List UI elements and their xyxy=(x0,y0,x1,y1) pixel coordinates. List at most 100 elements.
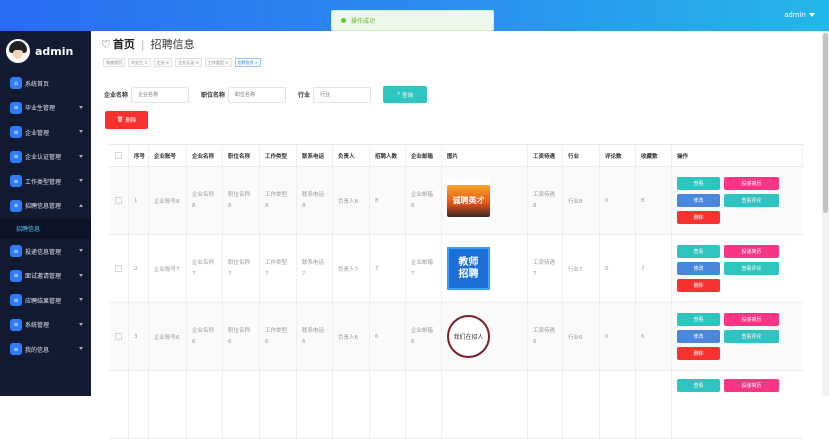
view-button[interactable]: 查看 xyxy=(677,379,720,392)
sidebar-item-interviews[interactable]: ≡ 面试邀请管理 xyxy=(0,264,91,289)
sidebar-item-my-info[interactable]: ≡ 我的信息 xyxy=(0,337,91,362)
cell-contact xyxy=(333,371,370,438)
apply-button[interactable]: 投递简历 xyxy=(724,379,779,392)
cell-comments xyxy=(600,371,636,438)
cell-text: 7 xyxy=(265,270,269,277)
tag-companies[interactable]: 企业 × xyxy=(153,58,173,67)
select-all-checkbox[interactable] xyxy=(109,144,129,167)
tag-recruitment[interactable]: 招聘信息 × xyxy=(234,58,262,67)
cell-salary: 工资待遇 6 xyxy=(528,303,563,370)
delete-button[interactable]: 删除 xyxy=(677,279,720,292)
delete-button[interactable]: 删除 xyxy=(677,347,720,360)
sidebar-item-graduates[interactable]: ≡ 毕业生管理 xyxy=(0,96,91,121)
cell-headcount: 7 xyxy=(370,235,406,302)
image-caption: 我们在招人 xyxy=(453,334,484,341)
sidebar-item-results[interactable]: ≡ 应聘结果管理 xyxy=(0,288,91,313)
apply-button[interactable]: 投递简历 xyxy=(724,245,779,258)
col-header: 序号 xyxy=(129,144,149,167)
cell-contact: 负责人8 xyxy=(333,167,370,234)
toast-text: 操作成功 xyxy=(351,18,376,25)
cell-email: 企业邮箱 7 xyxy=(406,235,442,302)
row-checkbox[interactable] xyxy=(109,167,129,234)
cell-headcount xyxy=(370,371,406,438)
cell-text: 工资待遇 xyxy=(533,191,556,198)
table-row: 1 企业账号8 企业名称 8 职位名称 8 工作类型 8 联系电话 8 负责人8 8 企… xyxy=(109,167,803,235)
submenu-recruitment-info[interactable]: 招聘信息 xyxy=(0,218,91,239)
cell-account xyxy=(149,371,187,438)
cell-text: 7 xyxy=(302,270,306,277)
scrollbar-thumb[interactable] xyxy=(823,33,828,213)
tag-job-types[interactable]: 工作类型 × xyxy=(204,58,232,67)
sidebar-item-applications[interactable]: ≡ 投递信息管理 xyxy=(0,239,91,264)
cell-text: 企业邮箱 xyxy=(411,191,434,198)
page-title-home: 首页 xyxy=(112,38,135,51)
col-header: 招聘人数 xyxy=(370,144,406,167)
checkbox[interactable] xyxy=(115,333,122,340)
cell-text: 职位名称 xyxy=(228,259,251,266)
view-button[interactable]: 查看 xyxy=(677,177,720,190)
tag-certification[interactable]: 企业认证 × xyxy=(175,58,202,67)
col-header: 行业 xyxy=(563,144,600,167)
job-image[interactable]: 我们在招人 xyxy=(447,315,490,358)
col-header: 操作 xyxy=(672,144,803,167)
cell-type: 工作类型 8 xyxy=(260,167,297,234)
row-checkbox[interactable] xyxy=(109,371,129,438)
apply-button[interactable]: 投递简历 xyxy=(724,177,779,190)
tag-graduates[interactable]: 毕业生 × xyxy=(128,58,151,67)
chevron-down-icon xyxy=(79,249,83,252)
job-input[interactable] xyxy=(228,86,287,103)
checkbox[interactable] xyxy=(115,265,122,272)
job-image[interactable]: 教师 招聘 xyxy=(447,247,490,290)
edit-button[interactable]: 修改 xyxy=(677,262,720,275)
checkbox[interactable] xyxy=(115,152,122,159)
chevron-down-icon xyxy=(79,130,83,133)
job-image[interactable]: 诚聘英才 xyxy=(447,179,490,222)
success-icon xyxy=(341,18,346,23)
cell-salary: 工资待遇 8 xyxy=(528,167,563,234)
checkbox[interactable] xyxy=(115,197,122,204)
sidebar-item-certification[interactable]: ≡ 企业认证管理 xyxy=(0,145,91,170)
batch-delete-button[interactable]: 🗑 删除 xyxy=(105,111,148,129)
row-checkbox[interactable] xyxy=(109,303,129,370)
cell-email xyxy=(406,371,442,438)
cell-text: 联系电话 xyxy=(302,259,325,266)
view-comments-button[interactable]: 查看评论 xyxy=(724,194,779,207)
sidebar-item-system[interactable]: ≡ 系统管理 xyxy=(0,313,91,338)
page-scrollbar[interactable] xyxy=(822,31,829,396)
apply-button[interactable]: 投递简历 xyxy=(724,313,779,326)
delete-label: 删除 xyxy=(125,118,137,124)
view-button[interactable]: 查看 xyxy=(677,313,720,326)
query-button[interactable]: ⌕ 查询 xyxy=(383,86,428,103)
edit-button[interactable]: 修改 xyxy=(677,330,720,343)
cell-text: 6 xyxy=(411,338,415,345)
user-name: admin xyxy=(784,11,806,19)
edit-button[interactable]: 修改 xyxy=(677,194,720,207)
industry-input[interactable] xyxy=(313,86,372,103)
row-checkbox[interactable] xyxy=(109,235,129,302)
table-row: 3 企业账号6 企业名称 6 职位名称 6 工作类型 6 联系电话 6 负责人6 6 企… xyxy=(109,303,803,371)
cell-email: 企业邮箱 6 xyxy=(406,303,442,370)
cell-image: 诚聘英才 xyxy=(442,167,528,234)
sidebar-item-companies[interactable]: ≡ 企业管理 xyxy=(0,120,91,145)
menu-icon: ≡ xyxy=(10,245,22,258)
user-menu[interactable]: admin xyxy=(784,11,815,19)
cell-text: 8 xyxy=(302,202,306,209)
cell-text: 6 xyxy=(302,338,306,345)
heart-icon: ♡ xyxy=(101,37,111,51)
view-comments-button[interactable]: 查看评论 xyxy=(724,262,779,275)
cell-text: 工资待遇 xyxy=(533,259,556,266)
menu-icon: ≡ xyxy=(10,318,22,331)
cell-text: 8 xyxy=(265,202,269,209)
sidebar-item-home[interactable]: ⌂ 系统首页 xyxy=(0,71,91,96)
sidebar-item-recruitment[interactable]: ≡ 招聘信息管理 xyxy=(0,194,91,219)
delete-button[interactable]: 删除 xyxy=(677,211,720,224)
view-comments-button[interactable]: 查看评论 xyxy=(724,330,779,343)
cell-favorites: 8 xyxy=(636,167,672,234)
company-input[interactable] xyxy=(131,86,190,103)
cell-job: 职位名称 7 xyxy=(223,235,260,302)
col-header: 企业名称 xyxy=(187,144,223,167)
view-button[interactable]: 查看 xyxy=(677,245,720,258)
cell-text: 工作类型 xyxy=(265,327,288,334)
tag-home[interactable]: 系统首页 xyxy=(103,58,125,67)
sidebar-item-job-types[interactable]: ≡ 工作类型管理 xyxy=(0,169,91,194)
